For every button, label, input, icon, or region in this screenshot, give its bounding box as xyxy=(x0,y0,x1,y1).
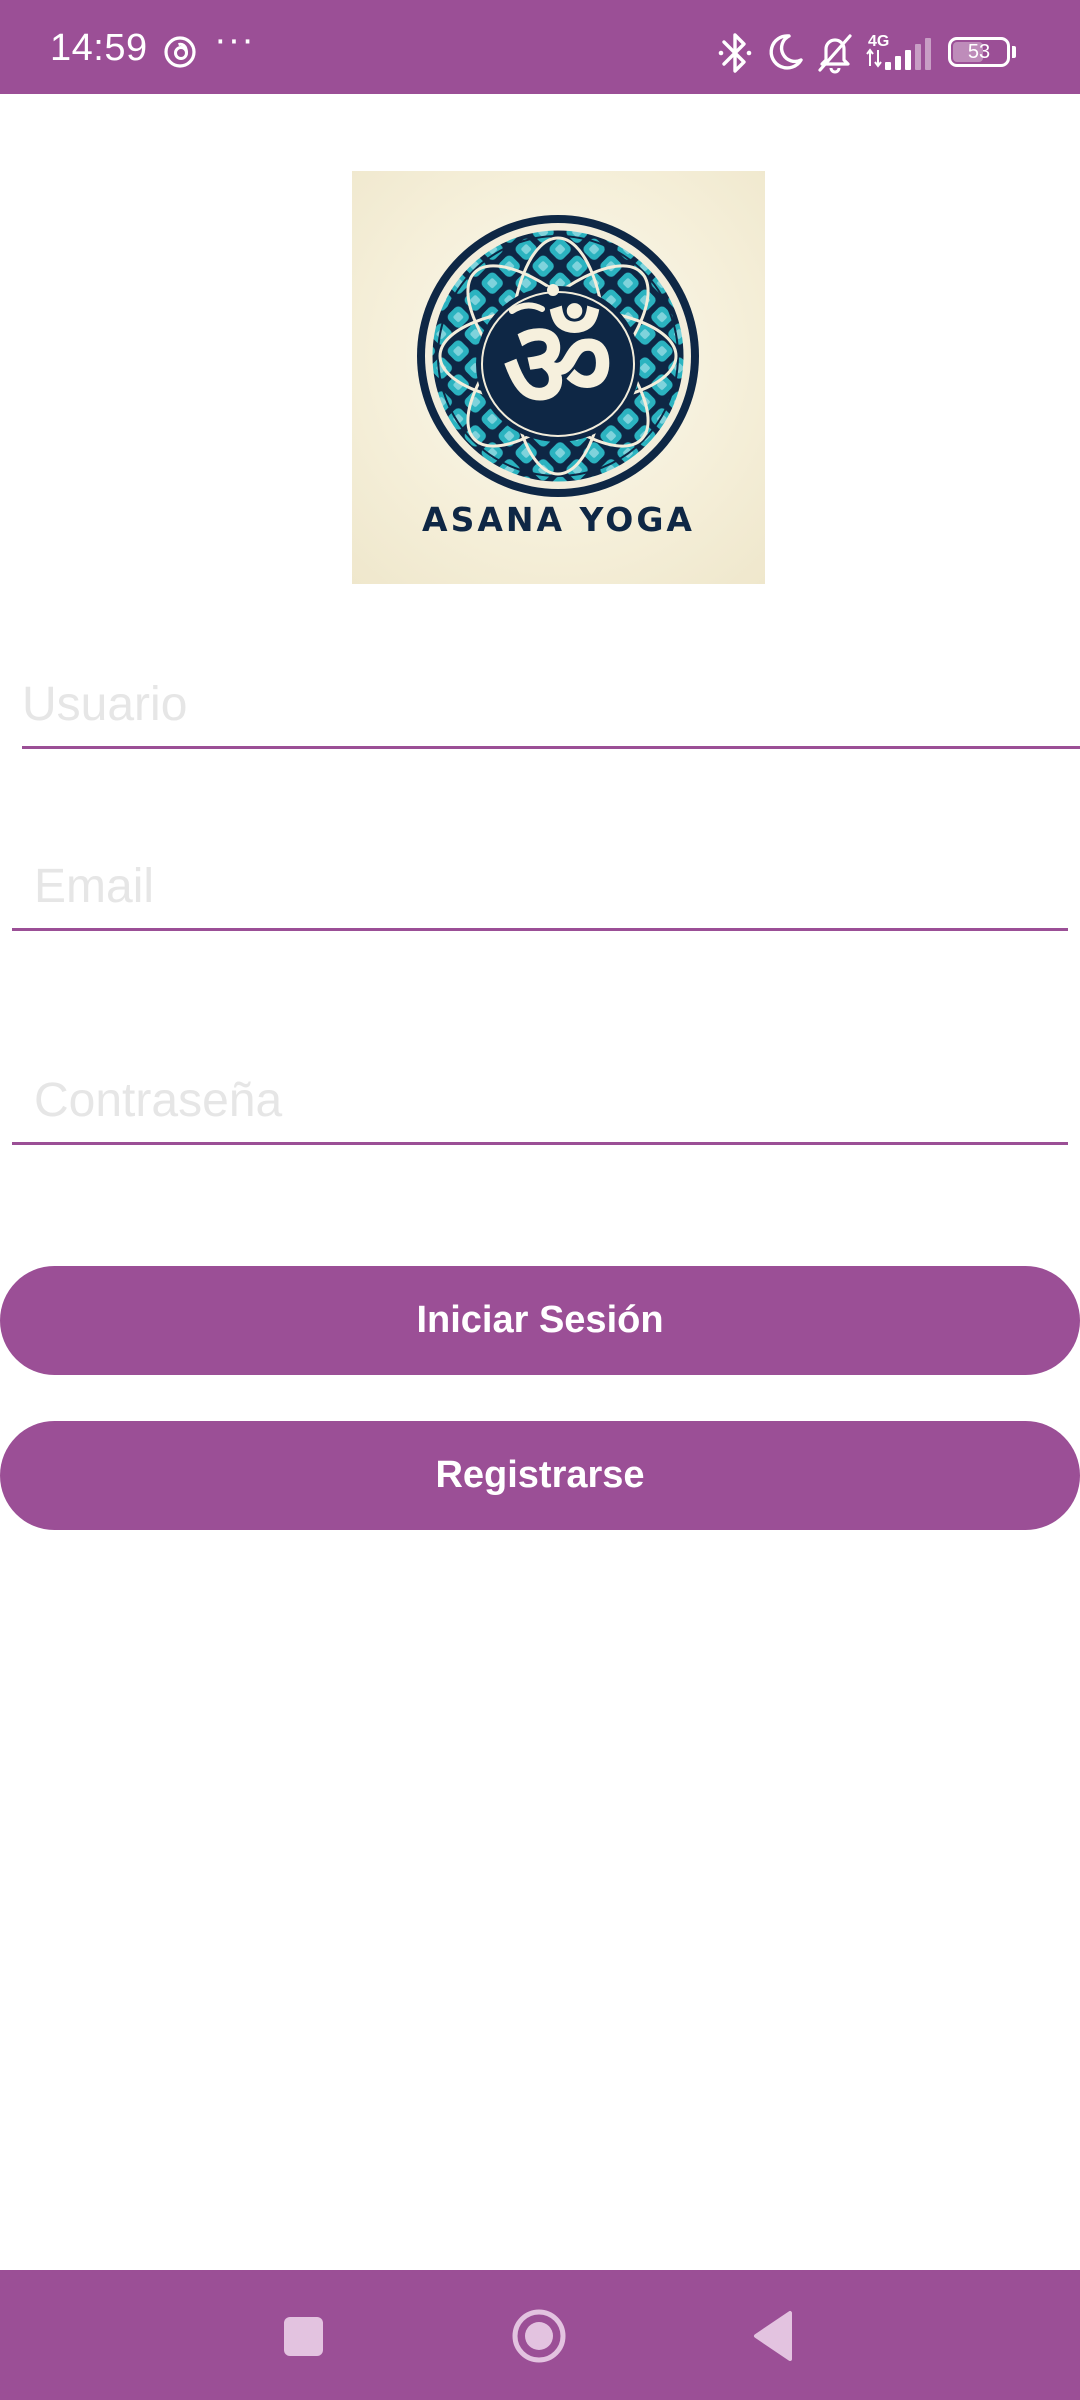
username-field[interactable] xyxy=(22,650,1080,749)
svg-text:ॐ: ॐ xyxy=(503,294,612,435)
status-bar: 14:59 ··· 4G 53 xyxy=(0,0,1080,94)
username-input[interactable] xyxy=(22,677,1080,732)
password-input[interactable] xyxy=(34,1073,1068,1128)
login-button[interactable]: Iniciar Sesión xyxy=(0,1266,1080,1375)
data-arrows-icon xyxy=(866,48,882,73)
battery-level: 53 xyxy=(967,41,991,63)
threads-icon xyxy=(163,35,197,69)
recents-icon[interactable] xyxy=(284,2317,323,2356)
password-field[interactable] xyxy=(12,1052,1068,1145)
overflow-dots: ··· xyxy=(214,19,255,61)
register-button[interactable]: Registrarse xyxy=(0,1421,1080,1530)
app-logo: ॐ ASANA YOGA xyxy=(352,171,765,584)
do-not-disturb-icon xyxy=(765,30,805,79)
email-field[interactable] xyxy=(12,840,1068,931)
status-time: 14:59 xyxy=(50,27,148,69)
bluetooth-icon xyxy=(716,30,754,81)
signal-icon xyxy=(883,38,935,75)
navigation-bar xyxy=(0,2270,1080,2400)
back-icon[interactable] xyxy=(752,2310,792,2362)
battery-icon: 53 xyxy=(948,37,1010,67)
home-icon[interactable] xyxy=(511,2308,567,2364)
logo-title: ASANA YOGA xyxy=(422,500,695,539)
notifications-off-icon xyxy=(814,30,856,79)
email-input[interactable] xyxy=(34,859,1068,914)
battery-tip xyxy=(1012,46,1016,58)
